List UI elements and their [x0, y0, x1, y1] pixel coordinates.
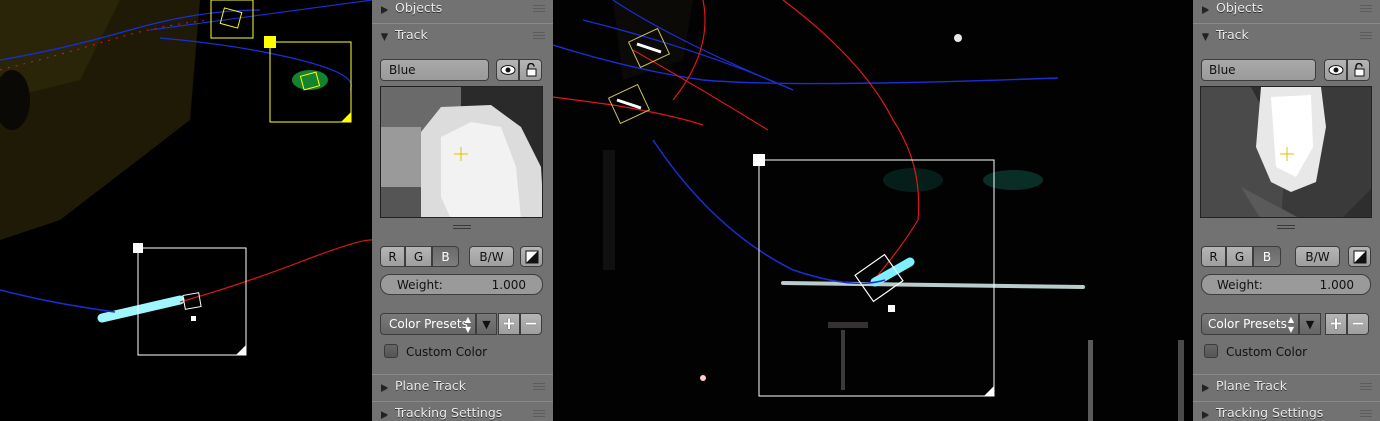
channel-r-button[interactable]: R	[380, 246, 405, 267]
contrast-toggle[interactable]	[1348, 246, 1371, 267]
weight-value: 1.000	[1319, 278, 1354, 292]
objects-panel-header[interactable]: ▶ Objects	[1193, 0, 1380, 23]
color-presets-label: Color Presets	[389, 317, 468, 331]
plane-track-panel-header[interactable]: ▶ Plane Track	[372, 374, 553, 401]
objects-label: Objects	[395, 0, 443, 15]
drag-handle-icon[interactable]	[1360, 383, 1372, 391]
drag-handle-icon[interactable]	[533, 5, 545, 13]
channel-g-button[interactable]: G	[405, 246, 432, 267]
contrast-icon	[525, 250, 538, 264]
channel-g-button[interactable]: G	[1226, 246, 1253, 267]
add-preset-button[interactable]: +	[1325, 313, 1347, 335]
color-presets-menu[interactable]: Color Presets ▲ ▼	[1201, 313, 1299, 335]
lock-toggle[interactable]	[1347, 59, 1370, 81]
weight-slider[interactable]: Weight: 1.000	[1201, 274, 1371, 295]
eye-icon	[500, 65, 515, 75]
preset-dropdown-button[interactable]: ▼	[1299, 313, 1321, 335]
plane-track-panel-header[interactable]: ▶ Plane Track	[1193, 374, 1380, 401]
channel-r-button[interactable]: R	[1201, 246, 1226, 267]
clip-viewer-right[interactable]	[553, 0, 1193, 421]
plus-icon: +	[501, 314, 517, 334]
preview-resize-handle[interactable]	[1277, 225, 1295, 230]
objects-panel-header[interactable]: ▶ Objects	[372, 0, 553, 23]
channel-b-button[interactable]: B	[1253, 246, 1281, 267]
dropdown-arrow-icon: ▼	[482, 318, 491, 331]
grayscale-button[interactable]: B/W	[1295, 246, 1340, 267]
tracking-settings-label: Tracking Settings	[1216, 405, 1324, 420]
expand-triangle-icon: ▶	[1202, 410, 1209, 420]
expand-triangle-icon: ▶	[381, 5, 388, 15]
drag-handle-icon[interactable]	[1360, 410, 1372, 418]
remove-preset-button[interactable]: −	[520, 313, 542, 335]
properties-panel-left: ▶ Objects ▼ Track Blue R G B B/W Weight: 1…	[372, 0, 553, 421]
dropdown-arrow-icon: ▼	[1305, 318, 1315, 331]
lock-icon	[526, 62, 536, 77]
add-preset-button[interactable]: +	[498, 313, 520, 335]
lock-toggle[interactable]	[519, 59, 542, 81]
marker-preview-image	[1201, 87, 1371, 217]
remove-preset-button[interactable]: −	[1347, 313, 1369, 335]
contrast-icon	[1353, 250, 1366, 264]
minus-icon: −	[523, 314, 539, 334]
updown-arrows-icon: ▲ ▼	[1287, 315, 1294, 334]
preview-resize-handle[interactable]	[453, 225, 471, 230]
track-panel-header[interactable]: ▼ Track	[1193, 23, 1380, 50]
objects-label: Objects	[1216, 0, 1264, 15]
eye-icon	[1328, 65, 1343, 75]
drag-handle-icon[interactable]	[533, 383, 545, 391]
expand-triangle-icon: ▶	[381, 383, 388, 393]
expand-triangle-icon: ▶	[381, 410, 388, 420]
plane-track-label: Plane Track	[1216, 378, 1287, 393]
drag-handle-icon[interactable]	[533, 32, 545, 40]
clip-footage-right	[553, 0, 1193, 421]
custom-color-label: Custom Color	[406, 345, 488, 359]
marker-preview-image	[381, 87, 542, 217]
lock-icon	[1354, 62, 1364, 77]
plus-icon: +	[1328, 314, 1344, 334]
track-label: Track	[395, 27, 428, 42]
track-label: Track	[1216, 27, 1249, 42]
plane-track-label: Plane Track	[395, 378, 466, 393]
clip-viewer-left[interactable]	[0, 0, 372, 421]
custom-color-checkbox[interactable]	[384, 344, 398, 358]
expand-triangle-icon: ▶	[1202, 5, 1209, 15]
drag-handle-icon[interactable]	[1360, 32, 1372, 40]
collapse-triangle-icon: ▼	[381, 32, 388, 42]
custom-color-checkbox[interactable]	[1204, 344, 1218, 358]
marker-preview	[380, 86, 543, 218]
marker-preview	[1200, 86, 1372, 218]
collapse-triangle-icon: ▼	[1202, 32, 1209, 42]
visibility-toggle[interactable]	[1324, 59, 1347, 81]
contrast-toggle[interactable]	[520, 246, 543, 267]
channel-b-button[interactable]: B	[432, 246, 459, 267]
track-name-field[interactable]: Blue	[1201, 59, 1316, 81]
track-name-field[interactable]: Blue	[380, 59, 489, 81]
grayscale-button[interactable]: B/W	[469, 246, 514, 267]
properties-panel-right: ▶ Objects ▼ Track Blue R G B B/W Weight: 1…	[1193, 0, 1380, 421]
minus-icon: −	[1350, 314, 1366, 334]
weight-label: Weight:	[1217, 278, 1263, 292]
clip-footage-left	[0, 0, 372, 356]
weight-label: Weight:	[397, 278, 443, 292]
weight-value: 1.000	[491, 278, 526, 292]
tracking-settings-panel-header[interactable]: ▶ Tracking Settings	[372, 401, 553, 421]
weight-slider[interactable]: Weight: 1.000	[380, 274, 543, 295]
updown-arrows-icon: ▲ ▼	[464, 315, 471, 334]
preset-dropdown-button[interactable]: ▼	[476, 313, 497, 335]
track-panel-header[interactable]: ▼ Track	[372, 23, 553, 50]
color-presets-menu[interactable]: Color Presets ▲ ▼	[380, 313, 476, 335]
custom-color-label: Custom Color	[1226, 345, 1308, 359]
visibility-toggle[interactable]	[496, 59, 519, 81]
drag-handle-icon[interactable]	[533, 410, 545, 418]
tracking-settings-label: Tracking Settings	[395, 405, 503, 420]
drag-handle-icon[interactable]	[1360, 5, 1372, 13]
color-presets-label: Color Presets	[1208, 317, 1287, 331]
expand-triangle-icon: ▶	[1202, 383, 1209, 393]
tracking-settings-panel-header[interactable]: ▶ Tracking Settings	[1193, 401, 1380, 421]
